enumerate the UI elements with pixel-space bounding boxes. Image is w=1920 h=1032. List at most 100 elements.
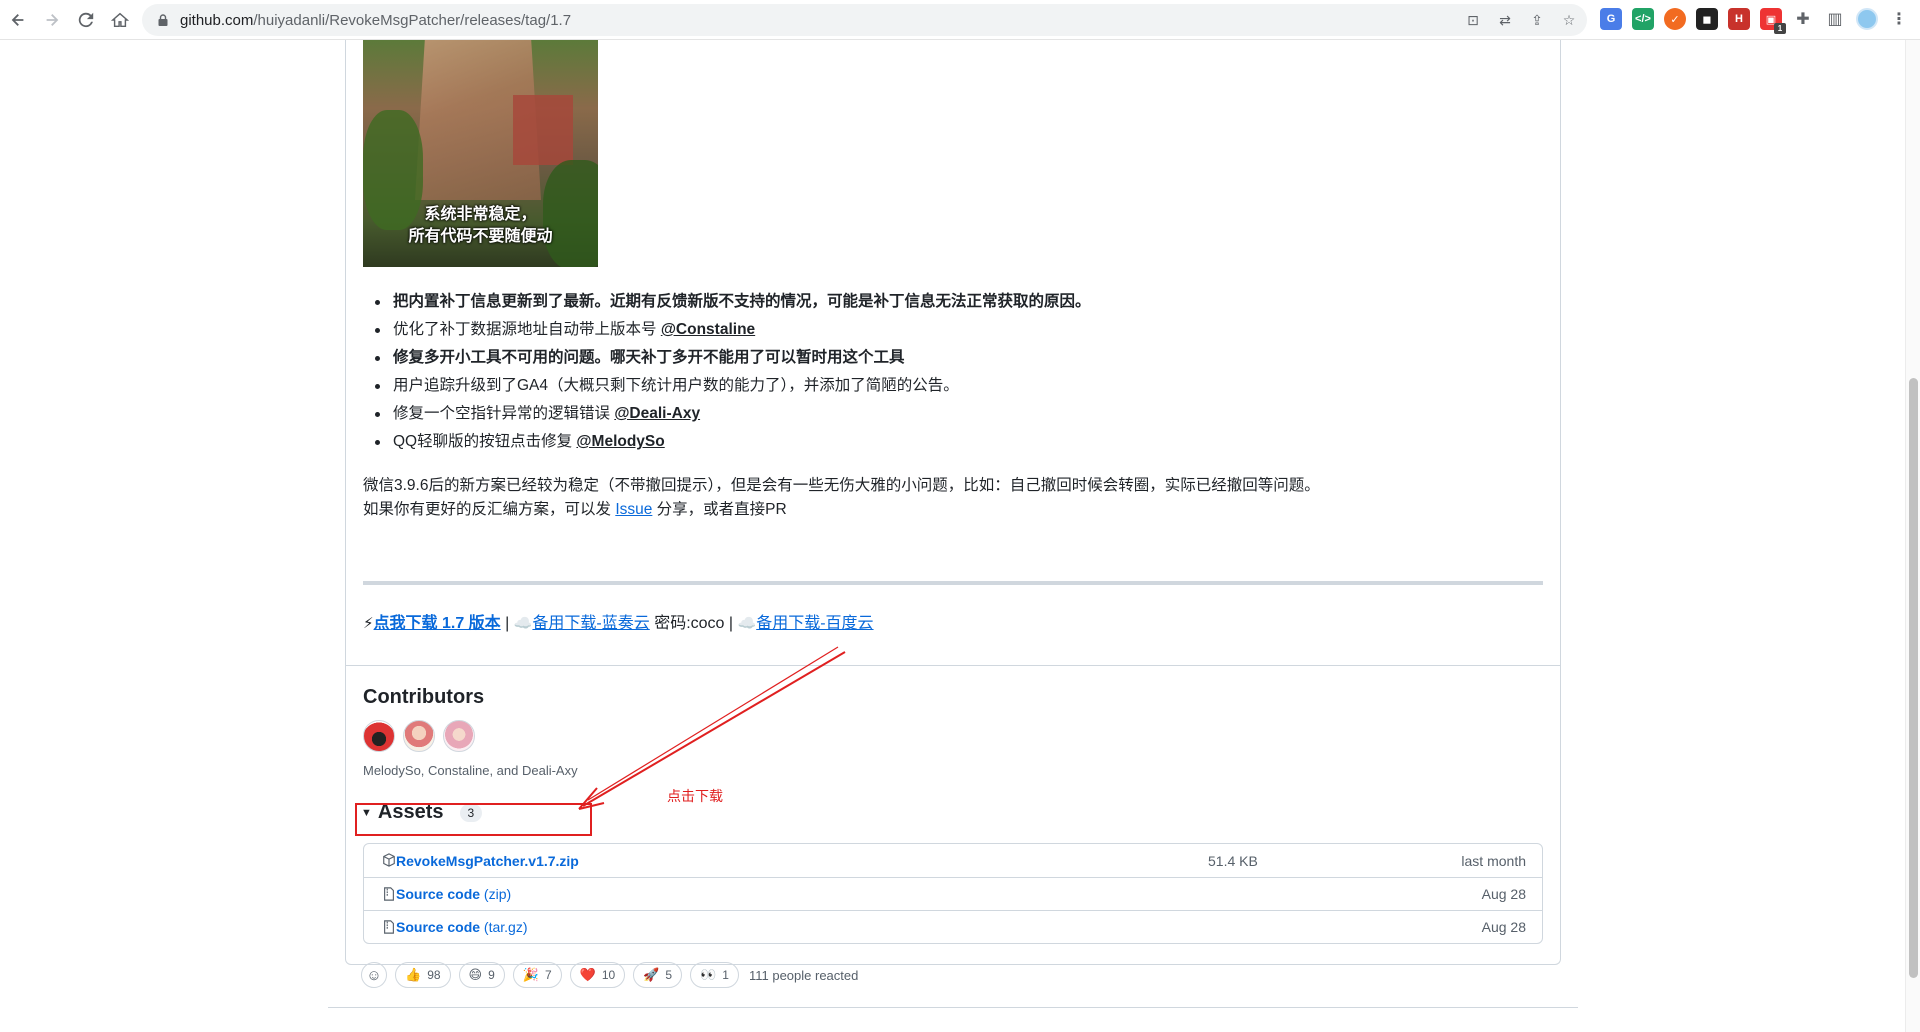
puzzle-extensions-icon[interactable]: ✚ xyxy=(1792,8,1814,30)
reaction-count: 9 xyxy=(488,968,495,982)
kebab-menu-icon[interactable]: ⋮ xyxy=(1888,8,1910,30)
para-text: 分享，或者直接PR xyxy=(652,501,787,518)
reaction-count: 1 xyxy=(722,968,729,982)
avatar-constaline[interactable] xyxy=(403,720,435,752)
notes-paragraph: 微信3.9.6后的新方案已经较为稳定（不带撤回提示），但是会有一些无伤大雅的小问… xyxy=(363,474,1543,522)
extensions-bar: G </> ✓ ◼ H ▣ 1 ✚ ▥ ⋮ xyxy=(1600,8,1910,34)
note-text: 用户追踪升级到了GA4（大概只剩下统计用户数的能力了），并添加了简陋的公告。 xyxy=(393,377,959,394)
asset-name: RevokeMsgPatcher.v1.7.zip xyxy=(396,852,579,869)
reaction-eyes[interactable]: 👀 1 xyxy=(690,962,739,988)
profile-avatar-icon[interactable] xyxy=(1856,8,1878,30)
separator-text: | xyxy=(500,615,514,632)
reaction-count: 98 xyxy=(427,968,441,982)
bookmark-star-icon[interactable]: ☆ xyxy=(1559,10,1579,30)
page-scrollbar[interactable] xyxy=(1905,40,1920,1032)
source-targz-link[interactable]: Source code (tar.gz) xyxy=(396,919,528,935)
reaction-count: 10 xyxy=(601,968,616,982)
avatar-deali-axy[interactable] xyxy=(443,720,475,752)
extension-badge: 1 xyxy=(1774,23,1786,34)
note-text: QQ轻聊版的按钮点击修复 xyxy=(393,433,577,450)
reaction-laugh[interactable]: 😄 9 xyxy=(458,962,505,988)
release-notes: 把内置补丁信息更新到了最新。近期有反馈新版不支持的情况，可能是补丁信息无法正常获… xyxy=(363,288,1543,522)
orange-extension-icon[interactable]: ✓ xyxy=(1664,8,1686,30)
url-host: github.com xyxy=(180,11,254,29)
cloud-icon: ☁️ xyxy=(737,615,757,632)
laugh-icon: 😄 xyxy=(468,967,483,982)
lightning-icon: ⚡ xyxy=(363,615,374,632)
note-item: 优化了补丁数据源地址自动带上版本号 @Constaline xyxy=(363,316,1543,344)
reactions-bar: ☺ 👍 98 😄 9 🎉 7 ❤️ 10 🚀 5 👀 1 111 people reacte… xyxy=(361,962,858,988)
side-panel-icon[interactable]: ▥ xyxy=(1824,8,1846,30)
share-icon[interactable]: ⇪ xyxy=(1527,10,1547,30)
back-icon[interactable] xyxy=(2,4,34,36)
release-meme-image: 系统非常稳定， 所有代码不要随便动 xyxy=(363,40,598,267)
notes-separator xyxy=(363,581,1543,585)
asset-row: Source code (zip) Aug 28 xyxy=(364,877,1542,910)
reaction-count: 5 xyxy=(665,968,673,982)
contributor-avatars xyxy=(363,720,475,752)
home-icon[interactable] xyxy=(104,4,136,36)
note-text: 优化了补丁数据源地址自动带上版本号 xyxy=(393,321,661,338)
release-notes-list: 把内置补丁信息更新到了最新。近期有反馈新版不支持的情况，可能是补丁信息无法正常获… xyxy=(363,288,1543,456)
address-bar[interactable]: github.com/huiyadanli/RevokeMsgPatcher/r… xyxy=(142,4,1587,36)
mention-link[interactable]: @Constaline xyxy=(661,321,755,338)
asset-size: 51.4 KB xyxy=(1208,852,1258,869)
section-divider xyxy=(346,665,1560,666)
scrollbar-thumb[interactable] xyxy=(1909,378,1918,978)
url-path: /huiyadanli/RevokeMsgPatcher/releases/ta… xyxy=(253,11,572,29)
source-zip-link[interactable]: Source code (zip) xyxy=(396,886,511,902)
translate-icon[interactable]: ⇄ xyxy=(1495,10,1515,30)
note-item: 把内置补丁信息更新到了最新。近期有反馈新版不支持的情况，可能是补丁信息无法正常获… xyxy=(363,288,1543,316)
note-item: 修复多开小工具不可用的问题。哪天补丁多开不能用了可以暂时用这个工具 xyxy=(363,344,1543,372)
translator-extension-icon[interactable]: G xyxy=(1600,8,1622,30)
contributor-names: MelodySo, Constaline, and Deali-Axy xyxy=(363,763,578,778)
para-text: 如果你有更好的反汇编方案，可以发 xyxy=(363,501,616,518)
asset-row: Source code (tar.gz) Aug 28 xyxy=(364,910,1542,943)
reaction-hooray[interactable]: 🎉 7 xyxy=(512,962,562,988)
asset-date: Aug 28 xyxy=(1481,886,1526,902)
image-caption-line2: 所有代码不要随便动 xyxy=(408,228,553,245)
asset-format: (tar.gz) xyxy=(480,919,528,935)
install-app-icon[interactable]: ⊡ xyxy=(1463,10,1483,30)
primary-download-link[interactable]: 点我下载 1.7 版本 xyxy=(374,615,501,632)
issue-link[interactable]: Issue xyxy=(615,501,652,518)
download-links: ⚡点我下载 1.7 版本 | ☁️备用下载-蓝奏云 密码:coco | ☁️备用… xyxy=(363,609,874,633)
reaction-thumbs-up[interactable]: 👍 98 xyxy=(395,962,451,988)
reactions-summary: 111 people reacted xyxy=(748,967,859,983)
note-item: 修复一个空指针异常的逻辑错误 @Deali-Axy xyxy=(363,400,1543,428)
add-reaction-smiley-icon[interactable]: ☺ xyxy=(361,962,387,988)
file-zip-icon xyxy=(384,920,394,934)
image-caption-line1: 系统非常稳定， xyxy=(424,206,537,223)
lanzou-download-link[interactable]: 备用下载-蓝奏云 xyxy=(532,615,649,632)
rocket-icon: 🚀 xyxy=(643,967,660,982)
eyes-icon: 👀 xyxy=(700,967,717,982)
reaction-heart[interactable]: ❤️ 10 xyxy=(569,962,626,988)
url-text: github.com/huiyadanli/RevokeMsgPatcher/r… xyxy=(180,12,571,29)
asset-row: RevokeMsgPatcher.v1.7.zip 51.4 KB last m… xyxy=(364,844,1542,877)
red-extension-icon[interactable]: H xyxy=(1728,8,1750,30)
assets-list: RevokeMsgPatcher.v1.7.zip 51.4 KB last m… xyxy=(363,843,1543,944)
separator-text: | xyxy=(724,615,738,632)
badged-extension-icon[interactable]: ▣ 1 xyxy=(1760,8,1786,34)
heart-icon: ❤️ xyxy=(579,967,596,982)
file-zip-icon xyxy=(384,887,394,901)
browser-toolbar: github.com/huiyadanli/RevokeMsgPatcher/r… xyxy=(0,0,1920,40)
image-roof-shape xyxy=(513,95,573,165)
reaction-rocket[interactable]: 🚀 5 xyxy=(633,962,683,988)
baidu-download-link[interactable]: 备用下载-百度云 xyxy=(756,615,873,632)
code-extension-icon[interactable]: </> xyxy=(1632,8,1654,30)
annotation-label: 点击下载 xyxy=(667,788,723,804)
asset-name: Source code xyxy=(396,886,481,902)
dark-extension-icon[interactable]: ◼ xyxy=(1696,8,1718,30)
mention-link[interactable]: @MelodySo xyxy=(576,433,664,450)
cloud-icon: ☁️ xyxy=(513,615,533,632)
lock-icon xyxy=(158,14,168,26)
reaction-count: 7 xyxy=(544,968,552,982)
forward-icon[interactable] xyxy=(36,4,68,36)
avatar-melodyso[interactable] xyxy=(363,720,395,752)
mention-link[interactable]: @Deali-Axy xyxy=(614,405,700,422)
asset-zip-link[interactable]: RevokeMsgPatcher.v1.7.zip xyxy=(396,853,579,869)
party-popper-icon: 🎉 xyxy=(522,967,539,982)
reload-icon[interactable] xyxy=(70,4,102,36)
lanzou-password: 密码:coco xyxy=(649,615,725,632)
